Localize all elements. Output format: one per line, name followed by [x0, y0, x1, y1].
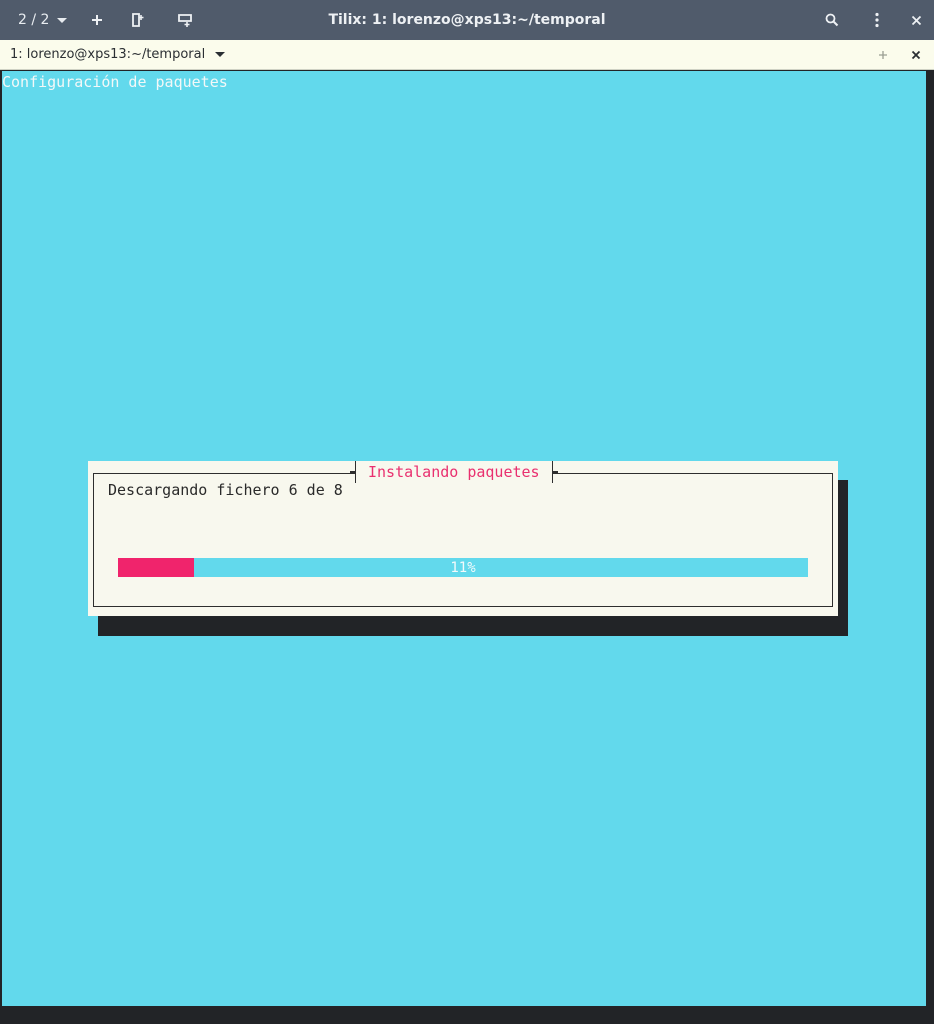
search-button[interactable] — [820, 8, 844, 32]
progress-percentage: 11% — [450, 559, 476, 576]
tab-close-button[interactable] — [904, 43, 928, 67]
split-down-button[interactable] — [173, 8, 197, 32]
chevron-down-icon — [215, 52, 226, 57]
close-window-button[interactable] — [904, 8, 928, 32]
plus-icon — [92, 15, 103, 25]
window-titlebar: 2 / 2 Tilix: 1: lorenzo@xps13:~/temporal — [0, 0, 934, 40]
close-icon — [911, 50, 921, 60]
split-terminal-icon — [132, 13, 144, 27]
plus-icon — [879, 51, 887, 59]
session-switcher-label: 2 / 2 — [18, 12, 50, 28]
menu-button[interactable] — [865, 8, 889, 32]
tab-add-button[interactable] — [871, 43, 895, 67]
dialog-backtitle: Configuración de paquetes — [2, 73, 228, 91]
search-icon — [825, 13, 839, 27]
split-right-button[interactable] — [126, 8, 150, 32]
dialog-message: Descargando fichero 6 de 8 — [108, 481, 343, 499]
progress-dialog: Instalando paquetes Descargando fichero … — [88, 461, 838, 616]
add-terminal-button[interactable] — [85, 8, 109, 32]
kebab-menu-icon — [875, 12, 879, 28]
progress-bar: 11% — [118, 558, 808, 577]
session-switcher-button[interactable]: 2 / 2 — [18, 12, 68, 28]
dialog-title: Instalando paquetes — [350, 461, 558, 483]
terminal-tab[interactable]: 1: lorenzo@xps13:~/temporal — [0, 47, 226, 62]
close-icon — [911, 15, 921, 25]
split-down-icon — [178, 14, 193, 27]
terminal-tab-bar: 1: lorenzo@xps13:~/temporal — [0, 40, 934, 70]
chevron-down-icon — [57, 17, 68, 23]
terminal-view[interactable]: Configuración de paquetes Instalando paq… — [2, 71, 926, 1006]
terminal-tab-label: 1: lorenzo@xps13:~/temporal — [10, 47, 206, 62]
